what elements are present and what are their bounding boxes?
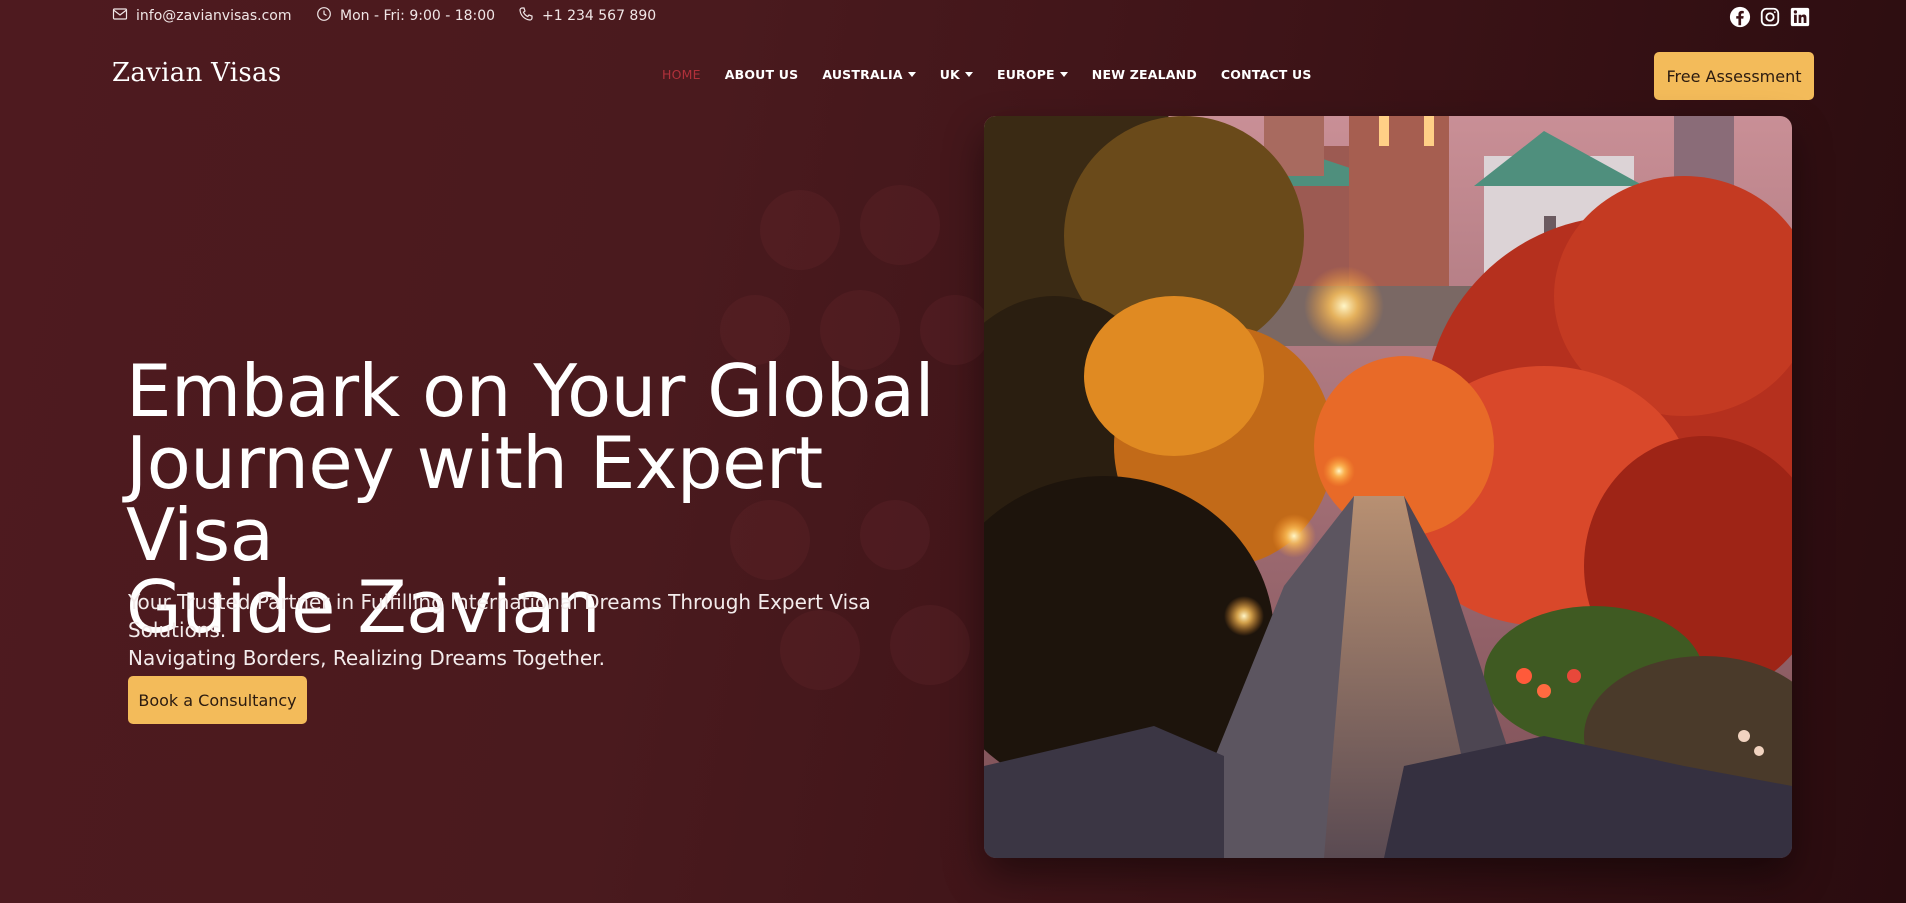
mail-icon <box>112 6 128 26</box>
facebook-icon[interactable] <box>1729 6 1751 28</box>
hero-subtitle-line: Your Trusted Partner in Fulfilling Inter… <box>128 590 871 642</box>
hours-text: Mon - Fri: 9:00 - 18:00 <box>340 8 496 24</box>
contact-hours: Mon - Fri: 9:00 - 18:00 <box>316 6 495 26</box>
nav-item-new-zealand[interactable]: NEW ZEALAND <box>1092 67 1197 82</box>
hero-title-line: Journey with Expert Visa <box>126 421 823 577</box>
autumn-castle-path-illustration <box>984 116 1792 858</box>
contact-email[interactable]: info@zavianvisas.com <box>112 6 292 26</box>
contact-phone[interactable]: +1 234 567 890 <box>518 6 656 26</box>
nav-item-home[interactable]: HOME <box>662 67 701 82</box>
top-bar: info@zavianvisas.com Mon - Fri: 9:00 - 1… <box>0 0 1906 32</box>
nav-item-about-us[interactable]: ABOUT US <box>725 67 799 82</box>
nav-item-label: HOME <box>662 67 701 82</box>
nav-item-europe[interactable]: EUROPE <box>997 67 1068 82</box>
free-assessment-button[interactable]: Free Assessment <box>1654 52 1814 100</box>
nav-item-label: EUROPE <box>996 67 1055 82</box>
hero-subtitle-line: Navigating Borders, Realizing Dreams Tog… <box>128 646 605 670</box>
nav-item-label: NEW ZEALAND <box>1091 67 1197 82</box>
decorative-blob <box>760 190 840 270</box>
nav-item-label: UK <box>939 67 960 82</box>
main-nav: HOME ABOUT US AUSTRALIA UK EUROPE NEW ZE… <box>662 67 1336 82</box>
nav-item-contact-us[interactable]: CONTACT US <box>1221 67 1312 82</box>
nav-item-uk[interactable]: UK <box>940 67 973 82</box>
decorative-blob <box>860 185 940 265</box>
caret-down-icon <box>964 72 973 77</box>
phone-icon <box>518 6 534 26</box>
site-logo[interactable]: Zavian Visas <box>112 58 282 88</box>
caret-down-icon <box>1059 72 1068 77</box>
nav-item-label: ABOUT US <box>724 67 799 82</box>
social-links <box>1729 6 1811 28</box>
hero-image <box>984 116 1792 858</box>
instagram-icon[interactable] <box>1759 6 1781 28</box>
page: info@zavianvisas.com Mon - Fri: 9:00 - 1… <box>0 0 1906 903</box>
nav-item-label: AUSTRALIA <box>822 67 903 82</box>
clock-icon <box>316 6 332 26</box>
hero-title-line: Embark on Your Global <box>126 349 934 433</box>
phone-text: +1 234 567 890 <box>542 8 657 24</box>
nav-item-label: CONTACT US <box>1220 67 1312 82</box>
book-consultancy-button[interactable]: Book a Consultancy <box>128 676 307 724</box>
email-text: info@zavianvisas.com <box>136 8 292 24</box>
nav-item-australia[interactable]: AUSTRALIA <box>822 67 916 82</box>
caret-down-icon <box>907 72 916 77</box>
hero-subtitle: Your Trusted Partner in Fulfilling Inter… <box>128 588 958 672</box>
linkedin-icon[interactable] <box>1789 6 1811 28</box>
